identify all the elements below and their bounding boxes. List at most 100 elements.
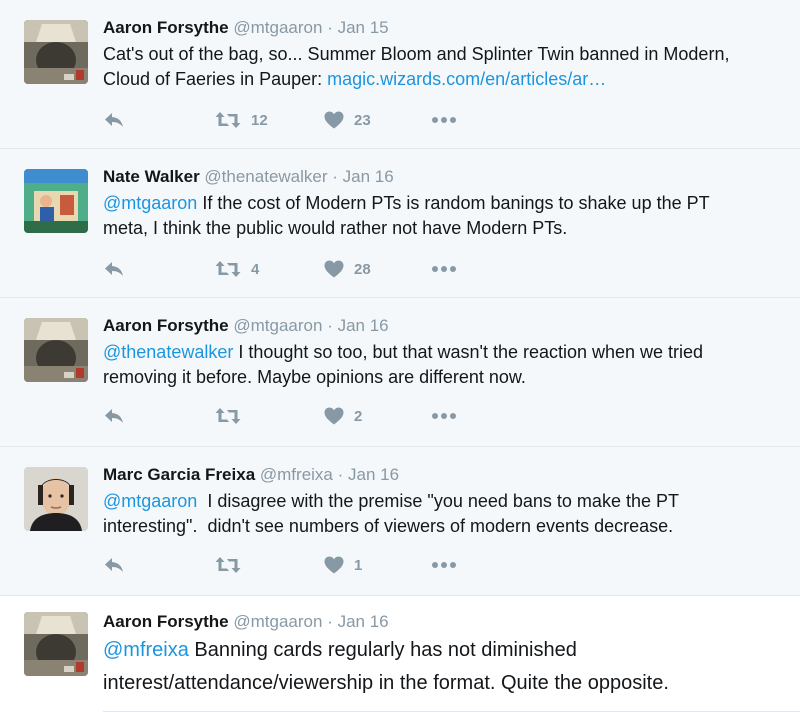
tweet-header: Marc Garcia Freixa @mfreixa · Jan 16: [103, 463, 786, 487]
more-button[interactable]: [431, 404, 457, 428]
like-button[interactable]: 28: [324, 257, 371, 281]
retweet-button[interactable]: 4: [215, 257, 259, 281]
tweet-header: Aaron Forsythe @mtgaaron · Jan 15: [103, 16, 786, 40]
reply-button[interactable]: [103, 404, 125, 428]
tweet-text-line: @thenatewalker I thought so too, but tha…: [103, 340, 786, 365]
retweet-icon: [215, 111, 241, 129]
author-name[interactable]: Marc Garcia Freixa: [103, 465, 255, 484]
tweet-text-segment: Banning cards regularly has not diminish…: [188, 639, 577, 661]
author-handle[interactable]: @thenatewalker: [204, 167, 327, 186]
tweet-header: Aaron Forsythe @mtgaaron · Jan 16: [103, 314, 786, 338]
author-handle[interactable]: @mfreixa: [260, 465, 333, 484]
tweet-text-line: meta, I think the public would rather no…: [103, 218, 568, 238]
like-button[interactable]: 1: [324, 553, 362, 577]
author-name[interactable]: Aaron Forsythe: [103, 18, 229, 37]
tweet-text-line: @mtgaaron If the cost of Modern PTs is r…: [103, 191, 786, 216]
timestamp[interactable]: Jan 16: [338, 316, 389, 335]
retweet-icon: [215, 556, 241, 574]
timestamp[interactable]: Jan 16: [343, 167, 394, 186]
like-count: 2: [354, 407, 363, 425]
reply-button[interactable]: [103, 553, 125, 577]
avatar[interactable]: [24, 612, 88, 676]
tweet-text-segment: If the cost of Modern PTs is random bani…: [197, 193, 710, 213]
timestamp[interactable]: Jan 15: [338, 18, 389, 37]
tweet-header: Nate Walker @thenatewalker · Jan 16: [103, 165, 786, 189]
author-handle[interactable]: @mtgaaron: [233, 612, 322, 631]
reply-icon: [103, 556, 125, 574]
like-count: 1: [354, 556, 363, 574]
more-icon: [431, 412, 457, 420]
tweet-text-segment: I disagree with the premise "you need ba…: [197, 491, 679, 511]
reply-icon: [103, 111, 125, 129]
mention-link[interactable]: @mtgaaron: [103, 193, 197, 213]
more-button[interactable]: [431, 257, 457, 281]
tweet-text: @mtgaaron I disagree with the premise "y…: [103, 489, 786, 539]
tweet[interactable]: Nate Walker @thenatewalker · Jan 16 @mtg…: [0, 149, 800, 298]
tweet-content: Aaron Forsythe @mtgaaron · Jan 16 @thena…: [103, 314, 786, 390]
retweet-button[interactable]: [215, 553, 241, 577]
reply-button[interactable]: [103, 108, 125, 132]
avatar[interactable]: [24, 467, 88, 531]
tweet-text: @mtgaaron If the cost of Modern PTs is r…: [103, 191, 786, 241]
tweet-content: Aaron Forsythe @mtgaaron · Jan 15 Cat's …: [103, 16, 786, 92]
heart-icon: [324, 407, 344, 425]
avatar[interactable]: [24, 20, 88, 84]
tweet-text-segment: Cloud of Faeries in Pauper:: [103, 69, 328, 89]
avatar[interactable]: [24, 169, 88, 233]
retweet-icon: [215, 260, 241, 278]
tweet-text-line: interesting". didn't see numbers of view…: [103, 516, 674, 536]
tweet[interactable]: Aaron Forsythe @mtgaaron · Jan 16 @thena…: [0, 298, 800, 447]
tweet-text-segment: I thought so too, but that wasn't the re…: [233, 342, 704, 362]
tweet-text: @mfreixa Banning cards regularly has not…: [103, 634, 786, 700]
like-button[interactable]: 23: [324, 108, 371, 132]
separator: ·: [337, 465, 344, 484]
retweet-count: 12: [251, 111, 268, 129]
avatar[interactable]: [24, 318, 88, 382]
tweet-thread: Aaron Forsythe @mtgaaron · Jan 15 Cat's …: [0, 0, 800, 712]
tweet-text-line: interest/attendance/viewership in the fo…: [103, 672, 669, 694]
heart-icon: [324, 111, 344, 129]
mention-link[interactable]: @mfreixa: [103, 639, 189, 661]
separator: ·: [327, 612, 333, 631]
author-name[interactable]: Aaron Forsythe: [103, 612, 229, 631]
tweet[interactable]: Aaron Forsythe @mtgaaron · Jan 15 Cat's …: [0, 0, 800, 149]
like-count: 28: [354, 260, 371, 278]
like-button[interactable]: 2: [324, 404, 362, 428]
tweet-text: Cat's out of the bag, so... Summer Bloom…: [103, 42, 786, 92]
reply-icon: [103, 407, 125, 425]
tweet-header: Aaron Forsythe @mtgaaron · Jan 16: [103, 610, 786, 634]
reply-button[interactable]: [103, 257, 125, 281]
tweet-text-line: Cloud of Faeries in Pauper: magic.wizard…: [103, 67, 786, 92]
tweet-text-line: removing it before. Maybe opinions are d…: [103, 367, 526, 387]
retweet-button[interactable]: [215, 404, 241, 428]
article-link[interactable]: magic.wizards.com/en/articles/ar…: [327, 69, 606, 89]
separator: ·: [327, 316, 333, 335]
mention-link[interactable]: @mtgaaron: [103, 491, 197, 511]
separator: ·: [332, 167, 338, 186]
timestamp[interactable]: Jan 16: [348, 465, 399, 484]
tweet[interactable]: Aaron Forsythe @mtgaaron · Jan 16 @mfrei…: [0, 596, 800, 712]
tweet-text-line: @mfreixa Banning cards regularly has not…: [103, 634, 786, 667]
more-icon: [431, 265, 457, 273]
more-button[interactable]: [431, 553, 457, 577]
tweet-text: @thenatewalker I thought so too, but tha…: [103, 340, 786, 390]
more-button[interactable]: [431, 108, 457, 132]
reply-icon: [103, 260, 125, 278]
more-icon: [431, 116, 457, 124]
retweet-count: 4: [251, 260, 260, 278]
author-handle[interactable]: @mtgaaron: [233, 316, 322, 335]
heart-icon: [324, 556, 344, 574]
timestamp[interactable]: Jan 16: [338, 612, 389, 631]
retweet-button[interactable]: 12: [215, 108, 268, 132]
tweet[interactable]: Marc Garcia Freixa @mfreixa · Jan 16 @mt…: [0, 447, 800, 596]
retweet-icon: [215, 407, 241, 425]
tweet-text-line: Cat's out of the bag, so... Summer Bloom…: [103, 44, 730, 64]
author-handle[interactable]: @mtgaaron: [233, 18, 322, 37]
author-name[interactable]: Nate Walker: [103, 167, 200, 186]
like-count: 23: [354, 111, 371, 129]
heart-icon: [324, 260, 344, 278]
author-name[interactable]: Aaron Forsythe: [103, 316, 229, 335]
more-icon: [431, 561, 457, 569]
tweet-text-line: @mtgaaron I disagree with the premise "y…: [103, 489, 786, 514]
mention-link[interactable]: @thenatewalker: [103, 342, 233, 362]
